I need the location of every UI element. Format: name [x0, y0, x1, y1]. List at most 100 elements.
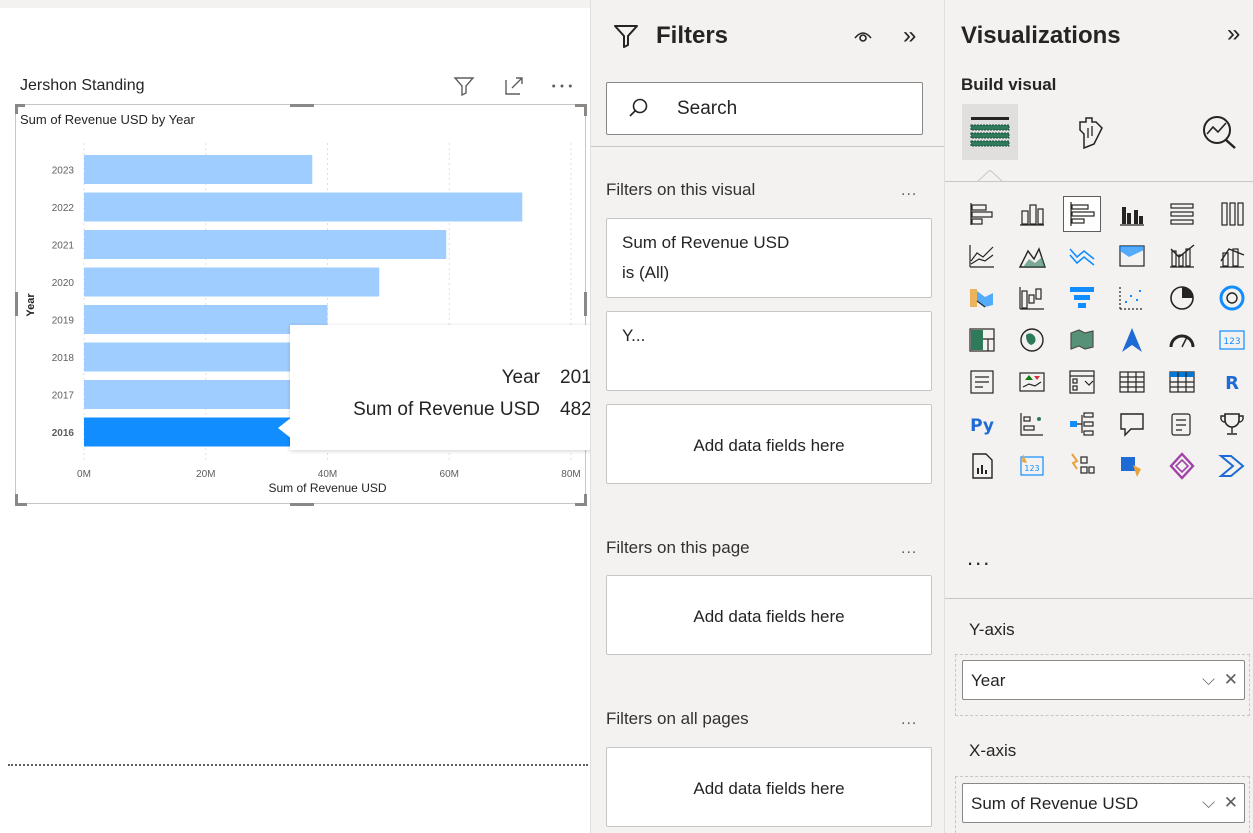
x-tick-label: 80M [561, 469, 580, 480]
chevron-down-icon[interactable]: ⌵ [1202, 670, 1215, 689]
resize-handle[interactable] [584, 494, 587, 506]
resize-handle[interactable] [584, 292, 587, 316]
resize-handle[interactable] [584, 104, 587, 116]
filter-card-revenue[interactable]: Sum of Revenue USD is (All) [606, 218, 932, 298]
more-options-icon[interactable] [550, 74, 574, 98]
clustered-bar-icon[interactable] [1063, 196, 1101, 232]
tooltip-label-revenue: Sum of Revenue USD [353, 399, 540, 420]
filters-search-input[interactable]: Search [606, 82, 923, 135]
100-stacked-bar-icon[interactable] [1163, 196, 1201, 232]
add-data-fields-label: Add data fields here [693, 607, 845, 626]
area-chart-icon[interactable] [1013, 238, 1051, 274]
y-tick-label: 2019 [52, 316, 75, 327]
filters-on-visual-more-button[interactable]: ... [901, 182, 917, 200]
filter-funnel-icon [613, 24, 639, 53]
y-tick-label: 2021 [52, 241, 75, 252]
svg-text:R: R [1225, 373, 1239, 394]
resize-handle[interactable] [15, 503, 27, 506]
power-apps-2-icon[interactable] [1163, 448, 1201, 484]
qa-icon[interactable] [1113, 406, 1151, 442]
y-tick-label: 2022 [52, 203, 75, 214]
y-axis-field-pill[interactable]: Year ⌵ ✕ [962, 660, 1245, 700]
collapse-filters-icon[interactable]: » [903, 22, 916, 50]
filter-card-condition: is (All) [622, 263, 670, 282]
add-data-fields-page[interactable]: Add data fields here [606, 575, 932, 655]
filter-card-field: Sum of Revenue USD [622, 233, 790, 252]
filters-on-visual-title: Filters on this visual [606, 180, 756, 199]
y-axis-well[interactable]: Year ⌵ ✕ [955, 654, 1250, 716]
eye-icon[interactable] [853, 28, 873, 49]
x-axis-field-pill[interactable]: Sum of Revenue USD ⌵ ✕ [962, 783, 1245, 823]
visual-gallery: 123 R Py 123 [963, 196, 1253, 486]
100-stacked-area-icon[interactable] [1113, 238, 1151, 274]
donut-chart-icon[interactable] [1213, 280, 1251, 316]
remove-field-icon[interactable]: ✕ [1224, 670, 1238, 689]
power-apps-icon[interactable]: 123 [1013, 448, 1051, 484]
azure-map-icon[interactable] [1113, 322, 1151, 358]
filter-icon[interactable] [452, 74, 476, 98]
paginated-report-icon[interactable] [963, 448, 1001, 484]
resize-handle[interactable] [15, 104, 18, 114]
map-icon[interactable] [1013, 322, 1051, 358]
line-clustered-column-icon[interactable] [1163, 238, 1201, 274]
add-data-fields-all-pages[interactable]: Add data fields here [606, 747, 932, 827]
add-data-fields-visual[interactable]: Add data fields here [606, 404, 932, 484]
y-tick-label: 2017 [52, 391, 75, 402]
resize-handle[interactable] [290, 104, 314, 107]
resize-handle[interactable] [15, 292, 18, 316]
line-chart-icon[interactable] [963, 238, 1001, 274]
funnel-icon[interactable] [1063, 280, 1101, 316]
slicer-icon[interactable] [1063, 364, 1101, 400]
report-canvas: Jershon Standing Sum of Revenue USD by Y… [0, 0, 690, 833]
stacked-column-icon[interactable] [1013, 196, 1051, 232]
smart-narrative-icon[interactable] [1163, 406, 1201, 442]
multi-row-card-icon[interactable] [963, 364, 1001, 400]
filters-on-all-pages-more-button[interactable]: ... [901, 711, 917, 729]
build-visual-tab-icon[interactable] [962, 104, 1018, 160]
stacked-bar-icon[interactable] [963, 196, 1001, 232]
analytics-tab-icon[interactable] [1191, 104, 1247, 160]
scatter-icon[interactable] [1113, 280, 1151, 316]
x-tick-label: 20M [196, 469, 215, 480]
resize-handle[interactable] [290, 503, 314, 506]
clustered-column-icon[interactable] [1113, 196, 1151, 232]
power-automate-icon[interactable] [1063, 448, 1101, 484]
azure-ml-icon[interactable] [1113, 448, 1151, 484]
filter-card-field: Y... [622, 326, 646, 345]
matrix-icon[interactable] [1163, 364, 1201, 400]
treemap-icon[interactable] [963, 322, 1001, 358]
y-tick-label: 2020 [52, 278, 75, 289]
100-stacked-column-icon[interactable] [1213, 196, 1251, 232]
focus-mode-icon[interactable] [502, 74, 526, 98]
card-icon[interactable]: 123 [1213, 322, 1251, 358]
divider [945, 598, 1253, 599]
line-stacked-column-icon[interactable] [1213, 238, 1251, 274]
kpi-icon[interactable] [1013, 364, 1051, 400]
format-visual-tab-icon[interactable] [1063, 104, 1119, 160]
filters-on-page-more-button[interactable]: ... [901, 540, 917, 558]
x-axis-well[interactable]: Sum of Revenue USD ⌵ ✕ [955, 776, 1250, 833]
more-visuals-button[interactable]: ... [967, 545, 991, 571]
pie-chart-icon[interactable] [1163, 280, 1201, 316]
visualizations-title: Visualizations [961, 22, 1121, 49]
remove-field-icon[interactable]: ✕ [1224, 793, 1238, 812]
waterfall-icon[interactable] [1013, 280, 1051, 316]
tooltip-pointer [278, 417, 292, 439]
filled-map-icon[interactable] [1063, 322, 1101, 358]
filters-title: Filters [656, 22, 729, 49]
collapse-visualizations-icon[interactable]: » [1227, 20, 1240, 48]
gauge-icon[interactable] [1163, 322, 1201, 358]
ribbon-chart-icon[interactable] [963, 280, 1001, 316]
stacked-area-icon[interactable] [1063, 238, 1101, 274]
r-visual-icon[interactable]: R [1213, 364, 1251, 400]
divider [945, 181, 1253, 182]
key-influencers-icon[interactable] [1013, 406, 1051, 442]
decomposition-tree-icon[interactable] [1063, 406, 1101, 442]
power-automate-2-icon[interactable] [1213, 448, 1251, 484]
x-tick-label: 0M [77, 469, 91, 480]
metrics-icon[interactable] [1213, 406, 1251, 442]
python-visual-icon[interactable]: Py [963, 406, 1001, 442]
filter-card-year[interactable]: Y... [606, 311, 932, 391]
table-icon[interactable] [1113, 364, 1151, 400]
chevron-down-icon[interactable]: ⌵ [1202, 793, 1215, 812]
